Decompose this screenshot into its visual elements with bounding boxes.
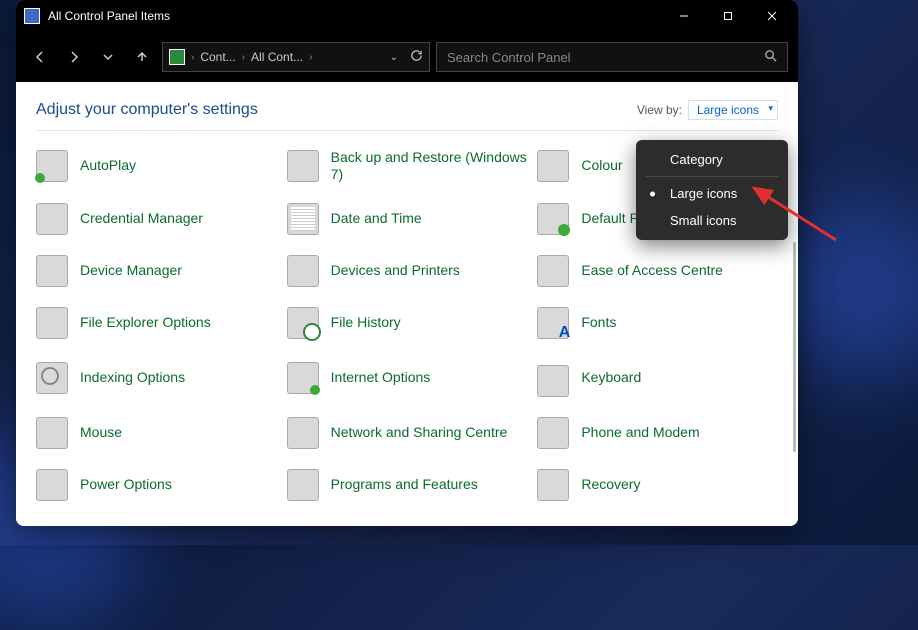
titlebar: All Control Panel Items: [16, 0, 798, 32]
cpl-item-label: Credential Manager: [80, 210, 203, 227]
close-button[interactable]: [750, 1, 794, 31]
cpl-item-label: Device Manager: [80, 262, 182, 279]
cpl-item-label: Internet Options: [331, 369, 431, 386]
viewby-label: View by:: [637, 103, 682, 117]
default-programs-icon: [537, 203, 569, 235]
cpl-item-label: Network and Sharing Centre: [331, 424, 508, 441]
cpl-item-fonts[interactable]: Fonts: [537, 307, 778, 339]
viewby-menu: Category Large icons Small icons: [636, 140, 788, 240]
indexing-options-icon: [36, 362, 68, 394]
nav-toolbar: › Cont... › All Cont... › ⌄ Search Contr…: [16, 32, 798, 82]
cpl-item-backup-restore[interactable]: Back up and Restore (Windows 7): [287, 149, 528, 183]
cpl-item-label: Back up and Restore (Windows 7): [331, 149, 528, 183]
search-placeholder: Search Control Panel: [447, 50, 571, 65]
cpl-item-label: Colour: [581, 157, 622, 174]
cpl-item-label: Phone and Modem: [581, 424, 699, 441]
cpl-item-network-sharing[interactable]: Network and Sharing Centre: [287, 417, 528, 449]
cpl-item-devices-printers[interactable]: Devices and Printers: [287, 255, 528, 287]
search-icon: [764, 49, 777, 65]
date-time-icon: [287, 203, 319, 235]
scrollbar[interactable]: [793, 242, 796, 452]
cpl-item-label: Devices and Printers: [331, 262, 460, 279]
cpl-item-label: File History: [331, 314, 401, 331]
window-title: All Control Panel Items: [48, 9, 662, 23]
cpl-item-label: Power Options: [80, 476, 172, 493]
cpl-item-keyboard[interactable]: Keyboard: [537, 359, 778, 397]
cpl-item-device-manager[interactable]: Device Manager: [36, 255, 277, 287]
power-options-icon: [36, 469, 68, 501]
viewby-dropdown[interactable]: Large icons: [688, 100, 778, 120]
ease-of-access-icon: [537, 255, 569, 287]
minimize-button[interactable]: [662, 1, 706, 31]
address-bar[interactable]: › Cont... › All Cont... › ⌄: [162, 42, 430, 72]
cpl-item-power-options[interactable]: Power Options: [36, 469, 277, 501]
cpl-item-phone-modem[interactable]: Phone and Modem: [537, 417, 778, 449]
cpl-item-file-history[interactable]: File History: [287, 307, 528, 339]
mouse-icon: [36, 417, 68, 449]
phone-modem-icon: [537, 417, 569, 449]
autoplay-icon: [36, 150, 68, 182]
devices-printers-icon: [287, 255, 319, 287]
cpl-item-ease-of-access[interactable]: Ease of Access Centre: [537, 255, 778, 287]
network-sharing-icon: [287, 417, 319, 449]
credential-manager-icon: [36, 203, 68, 235]
cpl-item-file-explorer-options[interactable]: File Explorer Options: [36, 307, 277, 339]
breadcrumb-segment-2[interactable]: All Cont...: [251, 50, 303, 64]
search-input[interactable]: Search Control Panel: [436, 42, 788, 72]
chevron-right-icon: ›: [191, 52, 194, 63]
cpl-item-credential-manager[interactable]: Credential Manager: [36, 203, 277, 235]
cpl-item-label: Programs and Features: [331, 476, 478, 493]
up-button[interactable]: [128, 43, 156, 71]
cpl-item-label: AutoPlay: [80, 157, 136, 174]
chevron-right-icon: ›: [242, 52, 245, 63]
file-history-icon: [287, 307, 319, 339]
cpl-item-label: Ease of Access Centre: [581, 262, 723, 279]
cpl-item-label: Fonts: [581, 314, 616, 331]
breadcrumb-root-icon: [169, 49, 185, 65]
back-button[interactable]: [26, 43, 54, 71]
viewby-option-large-icons[interactable]: Large icons: [636, 180, 788, 207]
colour-icon: [537, 150, 569, 182]
page-heading: Adjust your computer's settings: [36, 101, 258, 119]
cpl-item-label: File Explorer Options: [80, 314, 211, 331]
recovery-icon: [537, 469, 569, 501]
divider: [36, 130, 778, 131]
keyboard-icon: [537, 365, 569, 397]
internet-options-icon: [287, 362, 319, 394]
backup-restore-icon: [287, 150, 319, 182]
cpl-item-programs-features[interactable]: Programs and Features: [287, 469, 528, 501]
cpl-item-label: Mouse: [80, 424, 122, 441]
programs-features-icon: [287, 469, 319, 501]
breadcrumb-segment-1[interactable]: Cont...: [200, 50, 235, 64]
cpl-item-mouse[interactable]: Mouse: [36, 417, 277, 449]
fonts-icon: [537, 307, 569, 339]
file-explorer-options-icon: [36, 307, 68, 339]
cpl-item-date-time[interactable]: Date and Time: [287, 203, 528, 235]
cpl-item-label: Indexing Options: [80, 369, 185, 386]
cpl-item-recovery[interactable]: Recovery: [537, 469, 778, 501]
cpl-item-autoplay[interactable]: AutoPlay: [36, 149, 277, 183]
forward-button[interactable]: [60, 43, 88, 71]
cpl-item-label: Date and Time: [331, 210, 422, 227]
control-panel-window: All Control Panel Items › Cont... › A: [16, 0, 798, 526]
viewby-option-category[interactable]: Category: [636, 146, 788, 173]
address-dropdown-icon[interactable]: ⌄: [390, 52, 398, 63]
cpl-item-indexing-options[interactable]: Indexing Options: [36, 359, 277, 397]
recent-dropdown[interactable]: [94, 43, 122, 71]
control-panel-icon: [24, 8, 40, 24]
menu-divider: [646, 176, 778, 177]
refresh-button[interactable]: [410, 49, 423, 65]
maximize-button[interactable]: [706, 1, 750, 31]
viewby-option-small-icons[interactable]: Small icons: [636, 207, 788, 234]
cpl-item-internet-options[interactable]: Internet Options: [287, 359, 528, 397]
cpl-item-label: Keyboard: [581, 369, 641, 386]
cpl-item-label: Recovery: [581, 476, 640, 493]
device-manager-icon: [36, 255, 68, 287]
chevron-right-icon: ›: [309, 52, 312, 63]
